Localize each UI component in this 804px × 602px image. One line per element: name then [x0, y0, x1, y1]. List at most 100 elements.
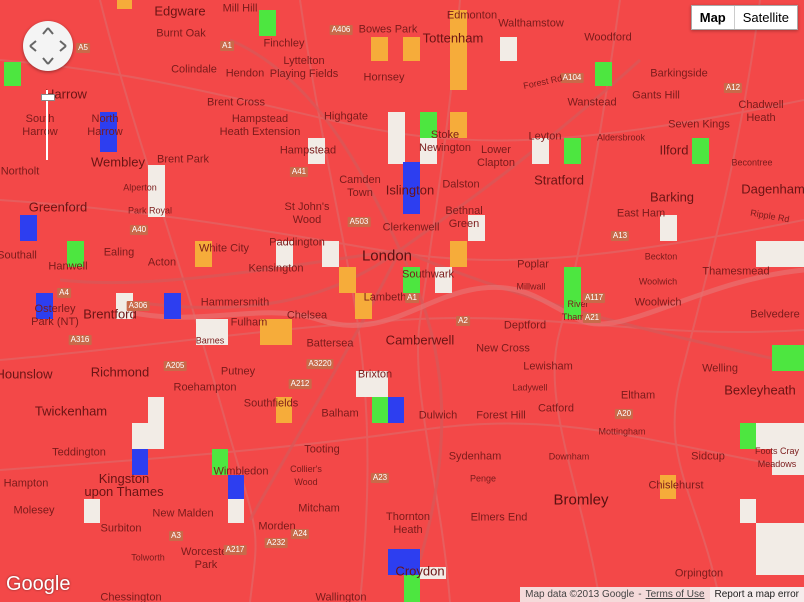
place-label-chessington: Chessington	[100, 591, 162, 602]
place-label-camden-town: Camden Town	[339, 174, 381, 199]
road-shield: A41	[289, 167, 309, 177]
google-logo[interactable]: Google	[6, 573, 71, 596]
place-label-deptford: Deptford	[503, 319, 547, 332]
place-label-hounslow: Hounslow	[0, 366, 53, 382]
place-label-hampton: Hampton	[3, 477, 49, 490]
place-label-surbiton: Surbiton	[100, 522, 142, 535]
place-label-putney: Putney	[220, 365, 256, 378]
place-label-tottenham: Tottenham	[422, 30, 484, 46]
road-shield: A2	[456, 316, 470, 326]
road-shield: A104	[560, 73, 584, 83]
place-label-hammersmith: Hammersmith	[200, 296, 270, 309]
place-label-wallington: Wallington	[315, 591, 367, 602]
place-label-east-ham: East Ham	[616, 207, 666, 220]
place-label-downham: Downham	[548, 451, 590, 462]
place-label-southall: Southall	[0, 249, 37, 262]
place-label-molesey: Molesey	[13, 504, 55, 517]
place-label-forest-hill: Forest Hill	[476, 409, 526, 422]
place-label-sidcup: Sidcup	[691, 450, 725, 463]
place-label-southfields: Southfields	[243, 397, 299, 410]
road-shield: A20	[614, 409, 634, 419]
map-data-text: Map data ©2013 Google	[525, 589, 635, 600]
zoom-handle[interactable]	[41, 94, 55, 101]
place-label-millwall: Millwall	[516, 281, 546, 292]
place-label-tooting: Tooting	[304, 443, 340, 456]
place-label-dagenham: Dagenham	[741, 181, 804, 197]
place-label-greenford: Greenford	[28, 199, 88, 215]
road-shield: A23	[370, 473, 390, 483]
place-label-hendon: Hendon	[225, 67, 265, 80]
attribution-separator: -	[638, 589, 642, 600]
pan-arrows-icon	[29, 27, 67, 65]
place-label-colindale: Colindale	[171, 63, 217, 76]
road-shield: A212	[288, 379, 312, 389]
place-label-richmond: Richmond	[90, 364, 150, 380]
place-label-mill-hill: Mill Hill	[222, 2, 258, 15]
pan-control[interactable]	[23, 21, 73, 71]
road-shield: A3	[169, 531, 183, 541]
place-label-hampstead: Hampstead	[279, 144, 337, 157]
place-label-lyttelton: Lyttelton Playing Fields	[269, 55, 339, 80]
map-type-control: Map Satellite	[690, 5, 798, 30]
place-label-tolworth: Tolworth	[131, 552, 165, 563]
road-shield: A217	[223, 545, 247, 555]
place-label-brent-cross: Brent Cross	[206, 96, 266, 109]
satellite-button[interactable]: Satellite	[735, 6, 797, 29]
road-shield: A406	[329, 25, 353, 35]
road-shield: A24	[290, 529, 310, 539]
terms-link[interactable]: Terms of Use	[646, 589, 705, 600]
place-label-sydenham: Sydenham	[448, 450, 502, 463]
place-label-eltham: Eltham	[620, 389, 656, 402]
place-label-hanwell: Hanwell	[48, 260, 88, 273]
place-label-bethnal-green: Bethnal Green	[445, 205, 483, 230]
place-label-dulwich: Dulwich	[418, 409, 458, 422]
place-label-fulham: Fulham	[230, 316, 268, 329]
place-label-twickenham: Twickenham	[34, 403, 108, 419]
place-label-paddington: Paddington	[269, 236, 325, 249]
road-shield: A40	[129, 225, 149, 235]
road-shield: A21	[582, 313, 602, 323]
map-canvas[interactable]: Edgware Mill Hill Burnt Oak Finchley Bowes P…	[0, 0, 804, 602]
place-label-lewisham: Lewisham	[523, 360, 573, 373]
place-label-new-malden: New Malden	[152, 507, 214, 520]
place-label-brent-park: Brent Park	[157, 153, 209, 166]
place-label-camberwell: Camberwell	[385, 332, 455, 348]
report-error-link[interactable]: Report a map error	[709, 587, 804, 602]
road-shield: A205	[163, 361, 187, 371]
place-label-poplar: Poplar	[517, 258, 549, 271]
place-label-battersea: Battersea	[306, 337, 354, 350]
place-label-becontree: Becontree	[731, 157, 773, 168]
place-label-dalston: Dalston	[442, 178, 480, 191]
place-label-leyton: Leyton	[528, 130, 562, 143]
place-label-penge: Penge	[469, 473, 497, 484]
place-label-highgate: Highgate	[323, 110, 369, 123]
road-shield: A316	[68, 335, 92, 345]
place-label-teddington: Teddington	[52, 446, 106, 459]
place-label-aldersbrook: Aldersbrook	[596, 132, 646, 143]
place-label-chislehurst: Chislehurst	[648, 479, 704, 492]
place-label-bexleyheath: Bexleyheath	[724, 382, 796, 398]
place-label-orpington: Orpington	[674, 567, 724, 580]
map-button[interactable]: Map	[692, 6, 735, 29]
place-label-mitcham: Mitcham	[298, 502, 340, 515]
place-label-thornton-heath: Thornton Heath	[385, 511, 431, 536]
place-label-hampstead-heath: Hampstead Heath Extension	[219, 113, 301, 138]
road-shield: A117	[582, 293, 606, 303]
place-label-edgware: Edgware	[154, 3, 206, 19]
place-label-ladywell: Ladywell	[512, 382, 548, 393]
road-shield: A1	[405, 293, 419, 303]
place-label-wimbledon: Wimbledon	[213, 465, 269, 478]
place-label-thamesmead: Thamesmead	[702, 265, 770, 278]
zoom-slider[interactable]	[41, 90, 55, 160]
place-label-london: London	[361, 247, 413, 265]
place-label-mottingham: Mottingham	[598, 426, 646, 437]
place-label-welling: Welling	[702, 362, 738, 375]
place-label-catford: Catford	[537, 402, 575, 415]
place-label-new-cross: New Cross	[476, 342, 530, 355]
place-label-lower-clapton: Lower Clapton	[477, 144, 515, 169]
place-label-ilford: Ilford	[659, 142, 689, 158]
place-label-kensington: Kensington	[248, 262, 304, 275]
place-label-acton: Acton	[147, 256, 177, 269]
road-shield: A5	[76, 43, 90, 53]
place-label-wanstead: Wanstead	[567, 96, 617, 109]
